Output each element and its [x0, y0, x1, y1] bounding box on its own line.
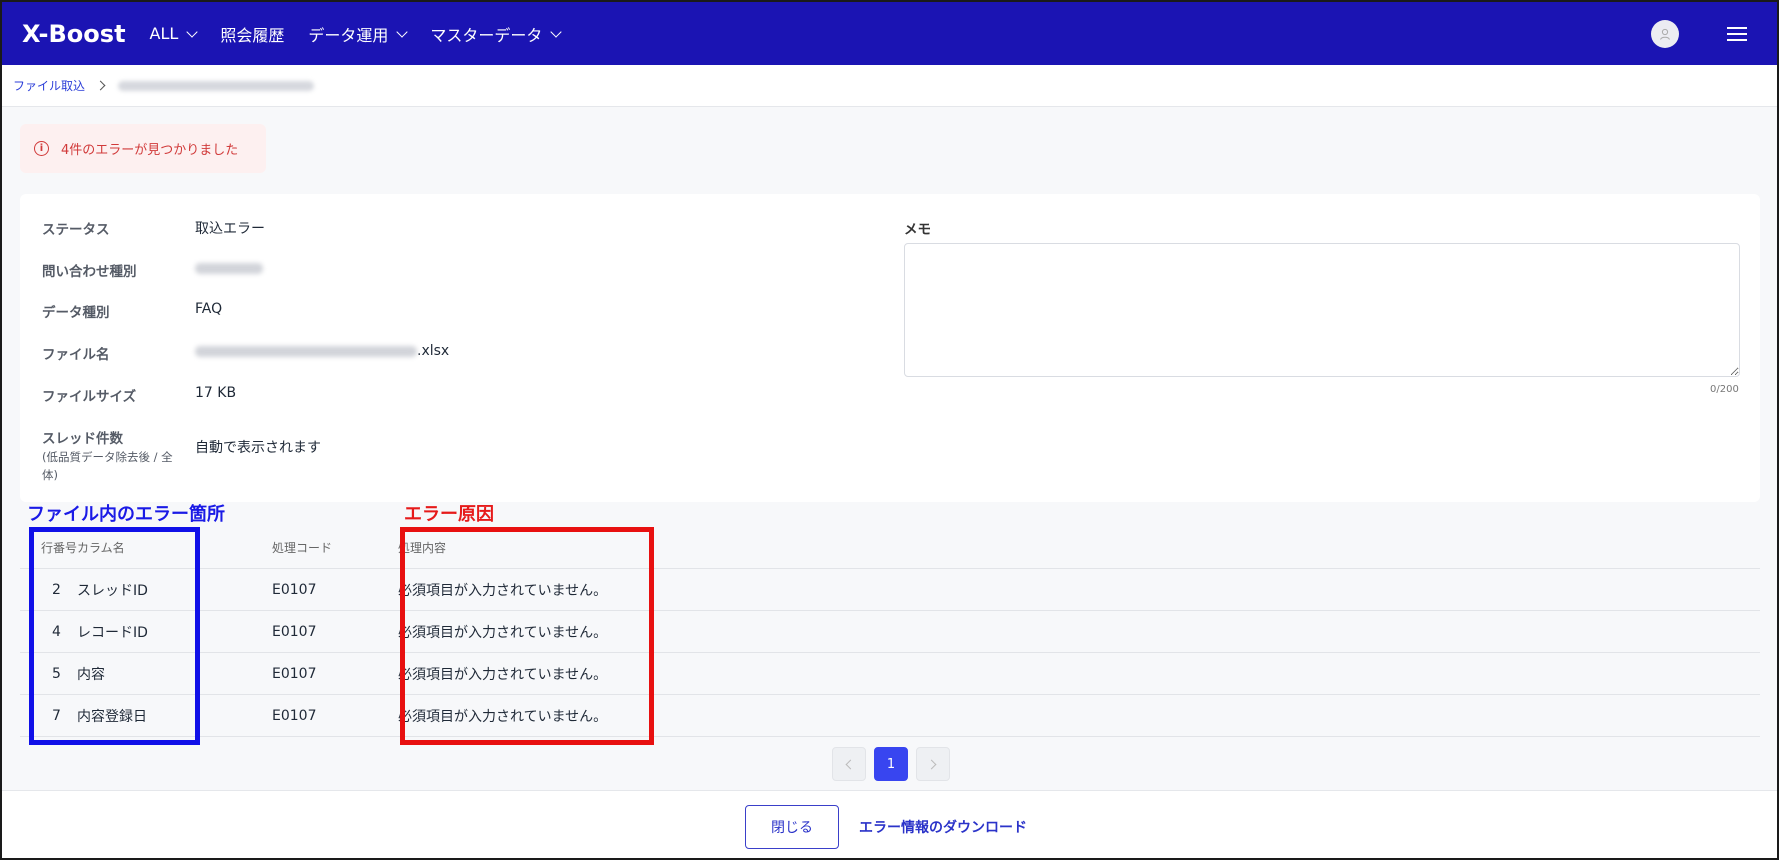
- pagination: 1: [832, 747, 950, 781]
- status-value: 取込エラー: [195, 221, 265, 237]
- breadcrumb-current-redacted: [118, 80, 315, 91]
- table-row: 2 スレッドID E0107 必須項目が入力されていません。: [20, 569, 1760, 611]
- chevron-down-icon: [550, 25, 563, 38]
- file-size-value: 17 KB: [195, 385, 237, 401]
- info-row-file-size: ファイルサイズ 17 KB: [42, 385, 236, 405]
- table-row: 4 レコードID E0107 必須項目が入力されていません。: [20, 611, 1760, 653]
- data-type-label: データ種別: [42, 305, 110, 321]
- data-type-value: FAQ: [195, 301, 223, 317]
- table-row: 7 内容登録日 E0107 必須項目が入力されていません。: [20, 695, 1760, 737]
- info-row-data-type: データ種別 FAQ: [42, 301, 222, 321]
- nav-item-master-data[interactable]: マスターデータ: [430, 22, 563, 46]
- logo[interactable]: X-Boost: [22, 20, 126, 48]
- avatar[interactable]: [1651, 19, 1679, 48]
- status-label: ステータス: [42, 222, 110, 238]
- thread-count-sublabel: (低品質データ除去後 / 全体): [42, 450, 173, 482]
- cell-process-code: E0107: [272, 707, 317, 724]
- inquiry-type-label: 問い合わせ種別: [42, 264, 137, 280]
- memo-char-count: 0/200: [1710, 384, 1739, 395]
- footer-actions: 閉じる エラー情報のダウンロード: [2, 790, 1777, 858]
- breadcrumb-link-file-import[interactable]: ファイル取込: [13, 77, 85, 94]
- nav-item-all[interactable]: ALL: [149, 24, 198, 43]
- nav-item-label: データ運用: [308, 25, 389, 45]
- chevron-down-icon: [186, 25, 198, 38]
- pagination-prev-button[interactable]: [832, 747, 866, 781]
- header-process-code: 処理コード: [272, 541, 333, 555]
- nav-item-data-operation[interactable]: データ運用: [308, 22, 409, 46]
- info-row-inquiry-type: 問い合わせ種別: [42, 260, 263, 280]
- file-name-label: ファイル名: [42, 347, 110, 363]
- annotation-box-error-cause: [400, 527, 654, 745]
- info-row-status: ステータス 取込エラー: [42, 218, 265, 238]
- pagination-page-button[interactable]: 1: [874, 747, 908, 781]
- nav-item-label: 照会履歴: [220, 25, 285, 45]
- top-nav: X-Boost ALL 照会履歴 データ運用 マスターデータ: [2, 2, 1777, 65]
- memo-label: メモ: [904, 222, 931, 238]
- annotation-label-error-location: ファイル内のエラー箇所: [27, 504, 225, 525]
- close-button[interactable]: 閉じる: [745, 805, 839, 849]
- cell-process-code: E0107: [272, 623, 317, 640]
- cell-process-code: E0107: [272, 581, 317, 598]
- chevron-right-icon: [95, 80, 106, 91]
- info-icon: i: [34, 141, 49, 156]
- memo-textarea[interactable]: [904, 243, 1740, 377]
- file-size-label: ファイルサイズ: [42, 389, 137, 405]
- error-alert: i 4件のエラーが見つかりました: [20, 124, 266, 173]
- info-row-file-name: ファイル名 .xlsx: [42, 343, 449, 363]
- file-name-redacted: [195, 345, 417, 357]
- download-errors-link[interactable]: エラー情報のダウンロード: [859, 817, 1027, 837]
- file-name-ext: .xlsx: [417, 343, 450, 359]
- error-table: 行番号 カラム名 処理コード 処理内容 2 スレッドID E0107 必須項目が…: [20, 527, 1760, 737]
- annotation-label-error-cause: エラー原因: [404, 504, 494, 525]
- user-icon: [1660, 28, 1670, 40]
- chevron-down-icon: [396, 25, 409, 38]
- file-name-value: .xlsx: [195, 343, 449, 363]
- cell-process-code: E0107: [272, 665, 317, 682]
- menu-icon[interactable]: [1727, 26, 1747, 41]
- nav-item-label: マスターデータ: [430, 25, 543, 45]
- thread-count-value: 自動で表示されます: [195, 440, 321, 456]
- annotation-box-error-location: [29, 527, 200, 745]
- app-frame: X-Boost ALL 照会履歴 データ運用 マスターデータ ファイル取込 i …: [0, 0, 1779, 860]
- alert-message: 4件のエラーが見つかりました: [61, 143, 239, 158]
- table-row: 5 内容 E0107 必須項目が入力されていません。: [20, 653, 1760, 695]
- inquiry-type-value-redacted: [195, 260, 263, 280]
- breadcrumb: ファイル取込: [2, 65, 1777, 107]
- nav-item-label: ALL: [149, 24, 179, 43]
- table-header: 行番号 カラム名 処理コード 処理内容: [20, 527, 1760, 569]
- file-info-card: ステータス 取込エラー 問い合わせ種別 データ種別 FAQ ファイル名 .xls…: [20, 194, 1760, 502]
- pagination-next-button[interactable]: [916, 747, 950, 781]
- nav-item-history[interactable]: 照会履歴: [220, 22, 284, 46]
